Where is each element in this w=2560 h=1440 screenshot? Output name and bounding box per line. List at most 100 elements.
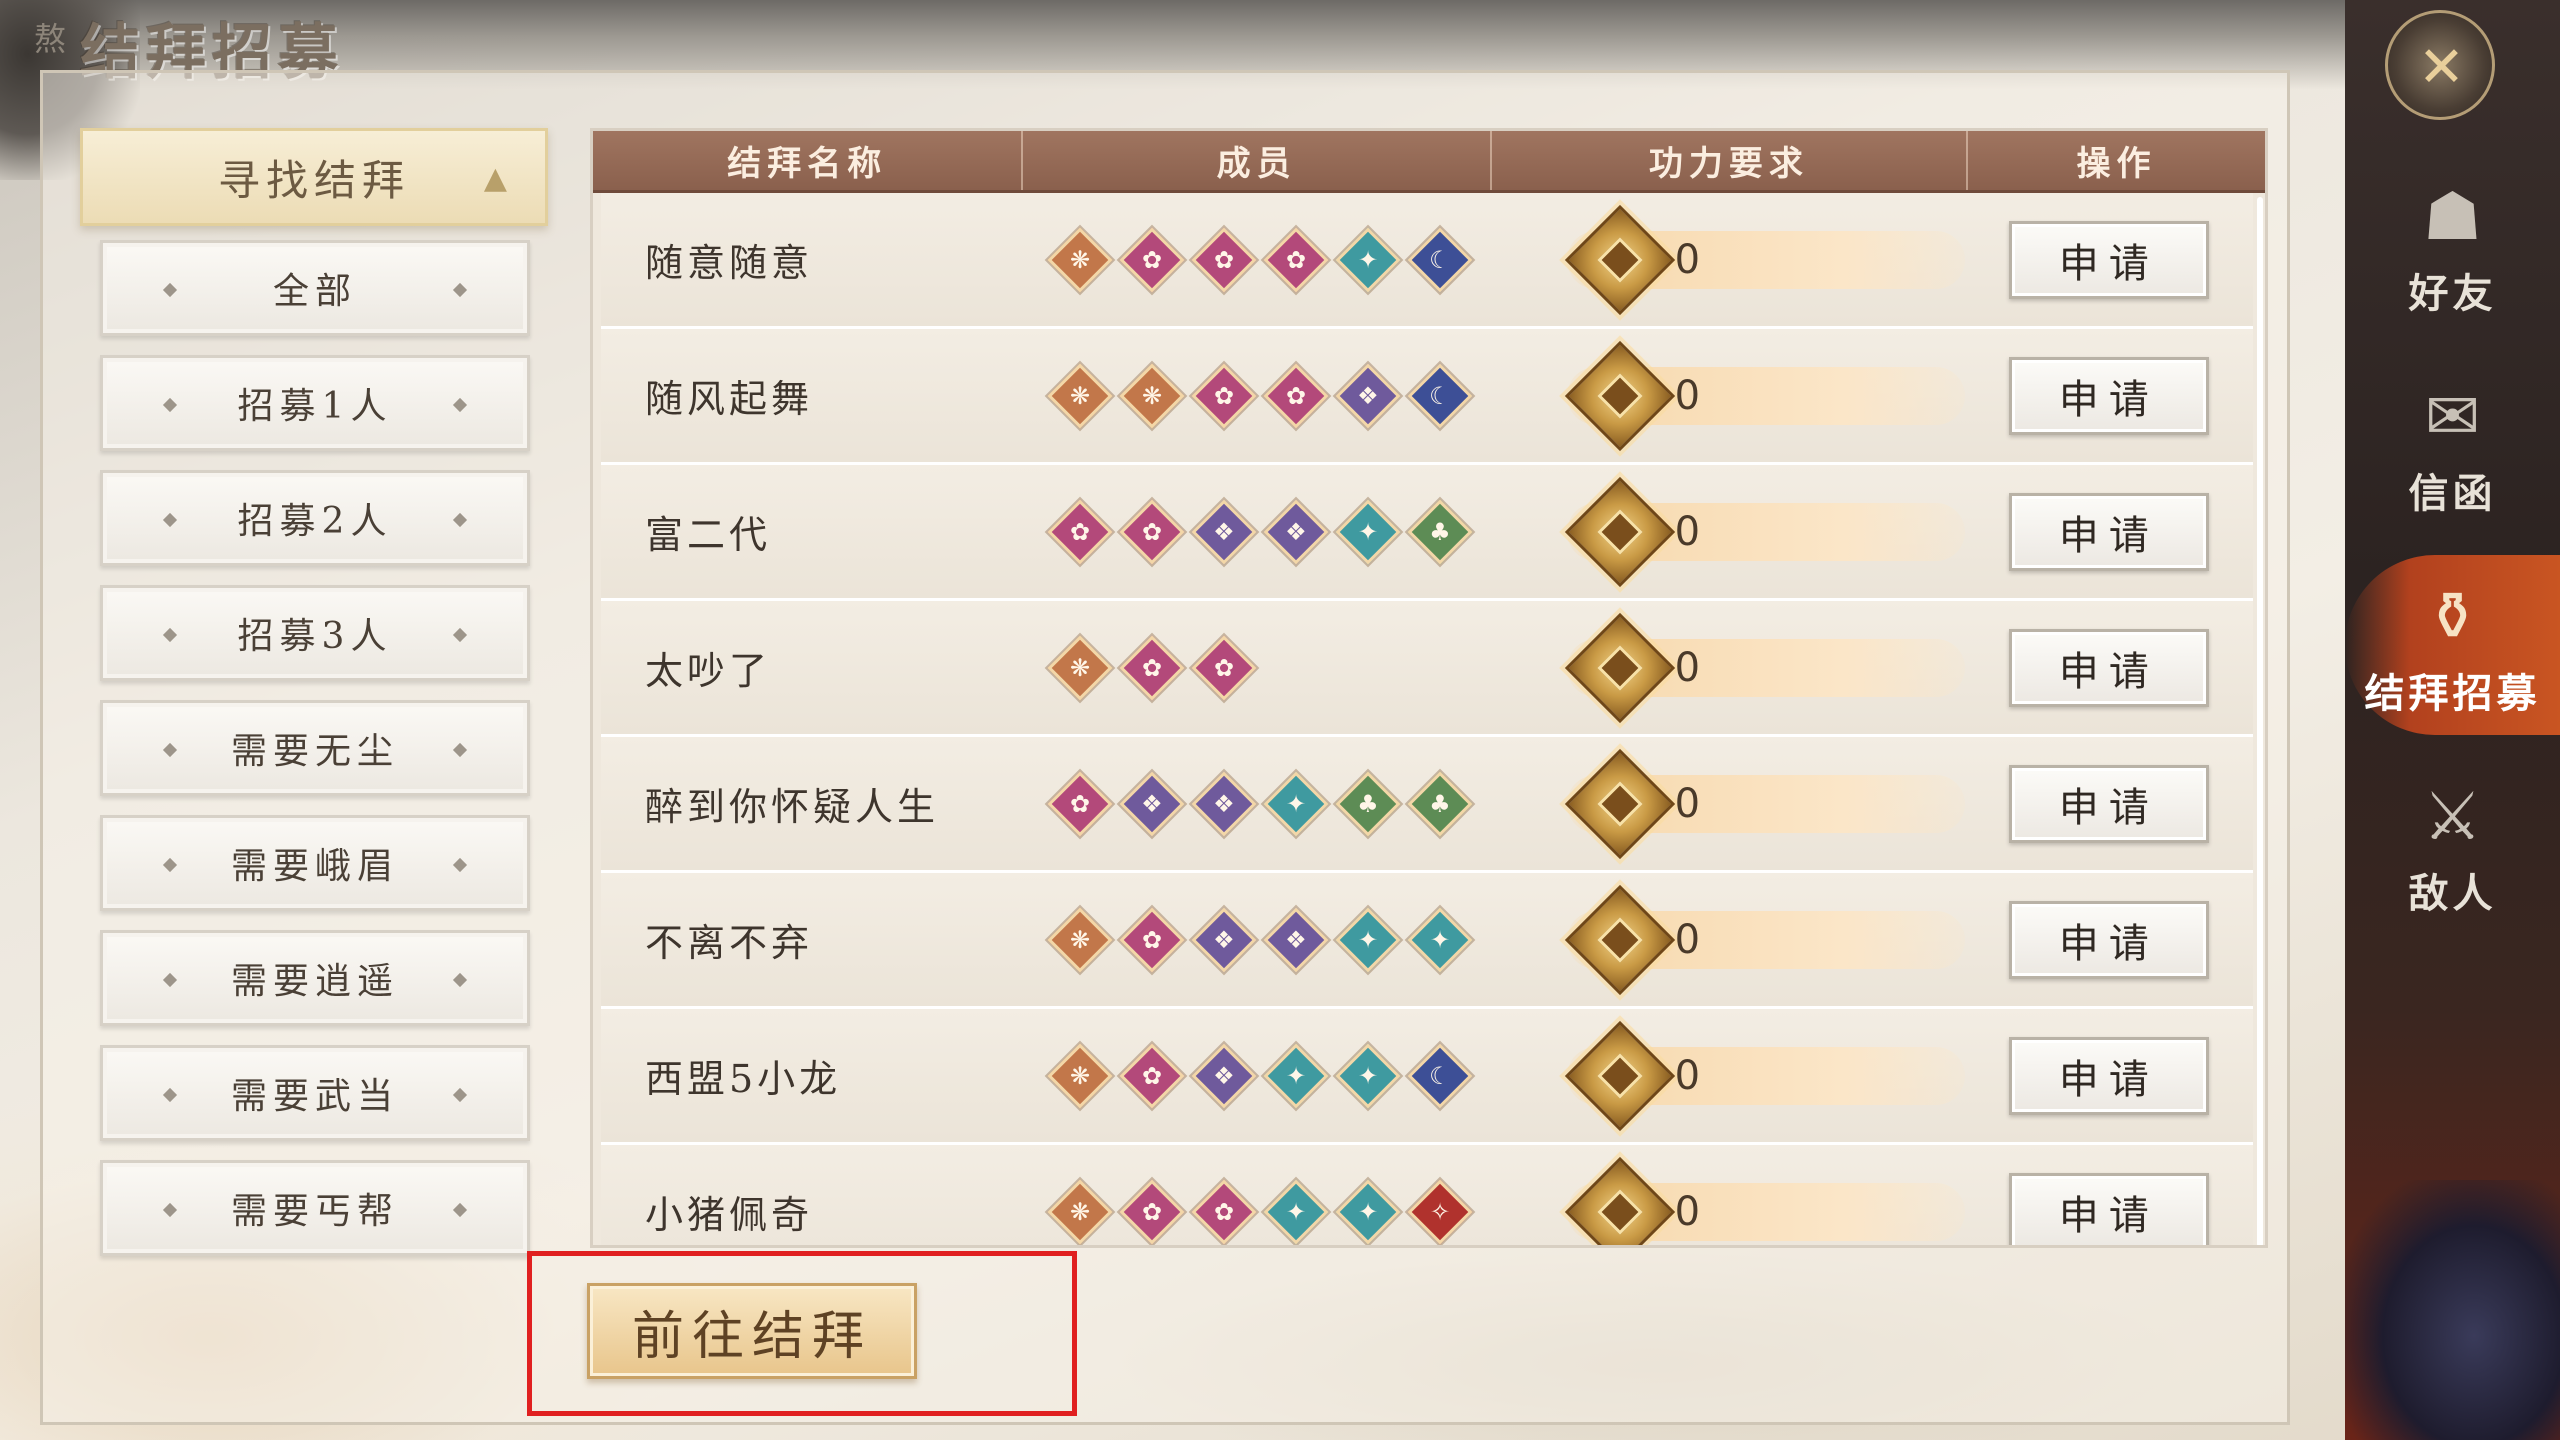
member-list: ❋ ✿ ✿ ✦ ✦ ✧ — [1031, 1145, 1487, 1245]
nav-item-sworn-recruit[interactable]: ⚱ 结拜招募 — [2345, 555, 2560, 735]
filter-item-label: 全部 — [272, 271, 357, 312]
filter-item-label: 需要丐帮 — [230, 1191, 399, 1232]
filter-item-need-xiaoyao[interactable]: 需要逍遥 — [100, 930, 530, 1026]
teal-crane-icon: ✦ — [1263, 1042, 1329, 1109]
power-requirement: 0 — [1487, 601, 1965, 734]
nav-item-label: 敌人 — [2408, 870, 2497, 917]
orange-flame-icon: ❋ — [1047, 906, 1113, 973]
power-value: 0 — [1674, 780, 1701, 827]
filter-item-need-wuchen[interactable]: 需要无尘 — [100, 700, 530, 796]
table-row: 醉到你怀疑人生 ✿ ❖ ❖ ✦ ♣ ♣ 0 申请 — [601, 737, 2253, 873]
teal-crane-icon: ✦ — [1263, 770, 1329, 837]
pink-lotus-icon: ✿ — [1191, 1178, 1257, 1245]
power-bar: 0 — [1564, 476, 1965, 587]
power-requirement: 0 — [1487, 193, 1965, 326]
teal-crane-icon: ✦ — [1335, 906, 1401, 973]
pink-lotus-icon: ✿ — [1119, 634, 1185, 701]
table-row: 太吵了 ❋ ✿ ✿ 0 申请 — [601, 601, 2253, 737]
action-cell: 申请 — [1965, 193, 2253, 326]
table-body[interactable]: 随意随意 ❋ ✿ ✿ ✿ ✦ ☾ 0 申请 随风起舞 ❋ ❋ ✿ ✿ ❖ ☾ 0 申请 富二代 ✿ ✿ ❖ ❖ ✦ ♣ 0 申请 太吵… — [593, 193, 2265, 1245]
filter-item-need-emei[interactable]: 需要峨眉 — [100, 815, 530, 911]
filter-item-need-wudang[interactable]: 需要武当 — [100, 1045, 530, 1141]
table-row: 西盟5小龙 ❋ ✿ ❖ ✦ ✦ ☾ 0 申请 — [601, 1009, 2253, 1145]
filter-item-label: 需要峨眉 — [230, 846, 399, 887]
power-requirement: 0 — [1487, 329, 1965, 462]
filter-item-need-gaibang[interactable]: 需要丐帮 — [100, 1160, 530, 1256]
power-requirement: 0 — [1487, 465, 1965, 598]
table-row: 富二代 ✿ ✿ ❖ ❖ ✦ ♣ 0 申请 — [601, 465, 2253, 601]
sworn-recruit-icon: ⚱ — [2424, 577, 2481, 655]
pink-lotus-icon: ✿ — [1191, 634, 1257, 701]
apply-button[interactable]: 申请 — [2008, 220, 2209, 299]
action-cell: 申请 — [1965, 601, 2253, 734]
member-list: ❋ ✿ ✿ — [1031, 601, 1487, 734]
power-emblem-icon — [1564, 1156, 1675, 1245]
filter-item-recruit-1[interactable]: 招募1人 — [100, 355, 530, 451]
collapse-arrow-icon[interactable]: ▲ — [484, 161, 507, 196]
filter-item-all[interactable]: 全部 — [100, 240, 530, 336]
power-emblem-icon — [1564, 204, 1675, 315]
green-gourd-icon: ♣ — [1335, 770, 1401, 837]
table-row: 小猪佩奇 ❋ ✿ ✿ ✦ ✦ ✧ 0 申请 — [601, 1145, 2253, 1245]
member-list: ❋ ✿ ❖ ✦ ✦ ☾ — [1031, 1009, 1487, 1142]
pink-lotus-icon: ✿ — [1119, 906, 1185, 973]
scrollbar[interactable] — [2257, 197, 2263, 1245]
sworn-group-name: 随风起舞 — [645, 377, 814, 421]
pink-lotus-icon: ✿ — [1047, 498, 1113, 565]
purple-fan-icon: ❖ — [1191, 906, 1257, 973]
nav-item-label: 信函 — [2408, 470, 2497, 517]
nav-item-mail[interactable]: ✉ 信函 — [2345, 355, 2560, 535]
filter-item-label: 招募2人 — [237, 501, 393, 542]
close-ornament-icon[interactable]: ✕ — [2385, 10, 2495, 120]
purple-fan-icon: ❖ — [1263, 906, 1329, 973]
orange-flame-icon: ❋ — [1047, 634, 1113, 701]
apply-button[interactable]: 申请 — [2008, 1172, 2209, 1245]
action-cell: 申请 — [1965, 737, 2253, 870]
power-value: 0 — [1674, 1052, 1701, 1099]
blue-wave-icon: ☾ — [1407, 1042, 1473, 1109]
member-list: ❋ ❋ ✿ ✿ ❖ ☾ — [1031, 329, 1487, 462]
orange-flame-icon: ❋ — [1047, 226, 1113, 293]
teal-crane-icon: ✦ — [1407, 906, 1473, 973]
power-bar: 0 — [1564, 340, 1965, 451]
dragon-decoration — [2345, 1180, 2560, 1440]
action-cell: 申请 — [1965, 1145, 2253, 1245]
member-list: ✿ ✿ ❖ ❖ ✦ ♣ — [1031, 465, 1487, 598]
action-cell: 申请 — [1965, 1009, 2253, 1142]
table-row: 不离不弃 ❋ ✿ ❖ ❖ ✦ ✦ 0 申请 — [601, 873, 2253, 1009]
pink-lotus-icon: ✿ — [1047, 770, 1113, 837]
pink-lotus-icon: ✿ — [1119, 1178, 1185, 1245]
power-bar: 0 — [1564, 1156, 1965, 1245]
member-list: ✿ ❖ ❖ ✦ ♣ ♣ — [1031, 737, 1487, 870]
teal-crane-icon: ✦ — [1335, 498, 1401, 565]
column-header-action: 操作 — [2076, 144, 2157, 184]
power-bar: 0 — [1564, 1020, 1965, 1131]
purple-fan-icon: ❖ — [1191, 1042, 1257, 1109]
apply-button[interactable]: 申请 — [2008, 492, 2209, 571]
apply-button[interactable]: 申请 — [2008, 1036, 2209, 1115]
member-list: ❋ ✿ ✿ ✿ ✦ ☾ — [1031, 193, 1487, 326]
member-list: ❋ ✿ ❖ ❖ ✦ ✦ — [1031, 873, 1487, 1006]
filter-dropdown-header[interactable]: 寻找结拜 ▲ — [80, 128, 548, 226]
apply-button[interactable]: 申请 — [2008, 356, 2209, 435]
nav-item-label: 结拜招募 — [2364, 670, 2541, 717]
filter-item-recruit-2[interactable]: 招募2人 — [100, 470, 530, 566]
table-header: 结拜名称 成员 功力要求 操作 — [593, 131, 2265, 193]
filter-item-label: 招募3人 — [237, 616, 393, 657]
orange-flame-icon: ❋ — [1047, 1178, 1113, 1245]
nav-item-friends[interactable]: ☗ 好友 — [2345, 155, 2560, 335]
apply-button[interactable]: 申请 — [2008, 628, 2209, 707]
apply-button[interactable]: 申请 — [2008, 900, 2209, 979]
apply-button[interactable]: 申请 — [2008, 764, 2209, 843]
teal-crane-icon: ✦ — [1263, 1178, 1329, 1245]
teal-crane-icon: ✦ — [1335, 1042, 1401, 1109]
table-row: 随风起舞 ❋ ❋ ✿ ✿ ❖ ☾ 0 申请 — [601, 329, 2253, 465]
teal-crane-icon: ✦ — [1335, 226, 1401, 293]
nav-item-enemy[interactable]: ⚔ 敌人 — [2345, 755, 2560, 935]
pink-lotus-icon: ✿ — [1263, 362, 1329, 429]
sworn-group-name: 小猪佩奇 — [645, 1193, 814, 1237]
goto-sworn-button[interactable]: 前往结拜 — [587, 1283, 917, 1379]
power-bar: 0 — [1564, 204, 1965, 315]
filter-item-recruit-3[interactable]: 招募3人 — [100, 585, 530, 681]
filter-item-label: 招募1人 — [237, 386, 393, 427]
